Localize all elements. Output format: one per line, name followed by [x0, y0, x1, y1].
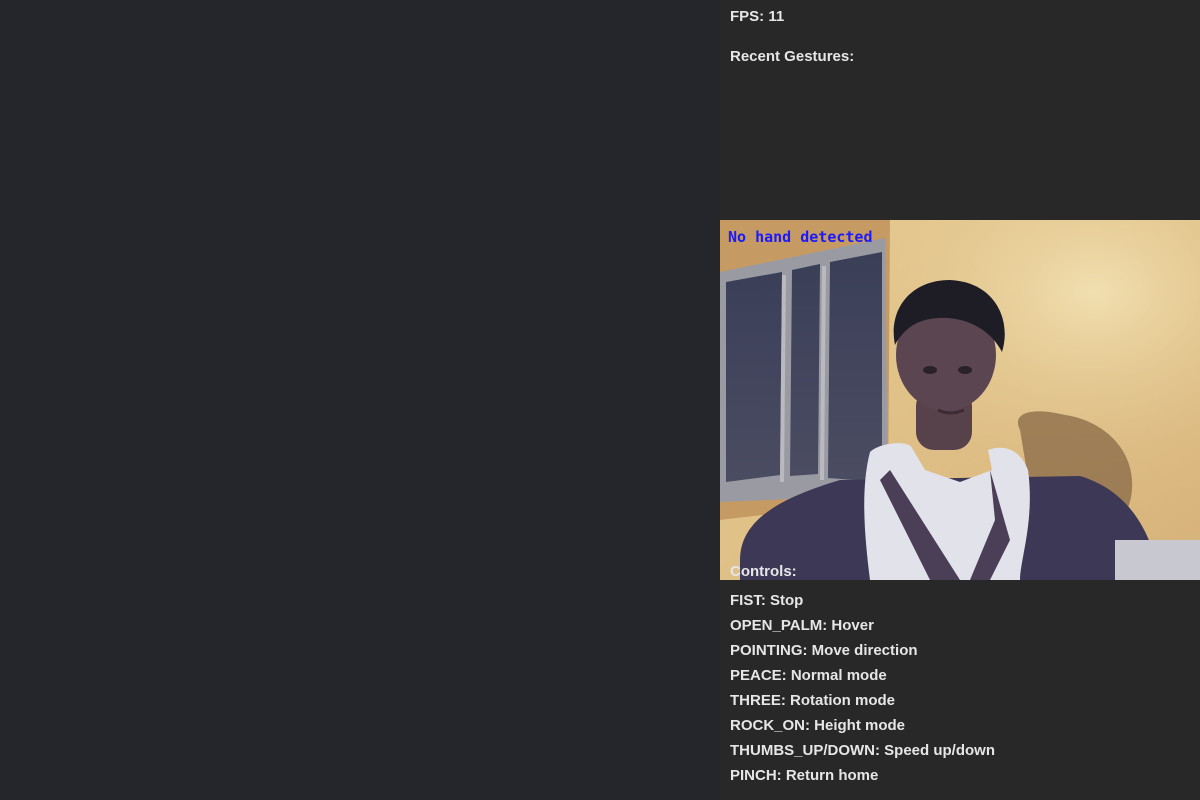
gesture-side-panel: FPS: 11 Recent Gestures: No hand detecte… [720, 0, 1200, 800]
control-rock-on: ROCK_ON: Height mode [730, 717, 906, 734]
control-pinch: PINCH: Return home [730, 767, 879, 784]
control-three: THREE: Rotation mode [730, 692, 895, 709]
recent-gestures-heading: Recent Gestures: [730, 48, 855, 65]
camera-feed: No hand detected [720, 220, 1200, 580]
control-thumbs: THUMBS_UP/DOWN: Speed up/down [730, 742, 995, 759]
controls-list: FIST: Stop OPEN_PALM: Hover POINTING: Mo… [730, 588, 995, 788]
control-fist: FIST: Stop [730, 592, 804, 609]
control-open-palm: OPEN_PALM: Hover [730, 617, 874, 634]
camera-frame-image [720, 220, 1200, 580]
controls-heading: Controls: [730, 563, 797, 580]
control-peace: PEACE: Normal mode [730, 667, 887, 684]
hand-detection-status: No hand detected [728, 228, 873, 246]
fps-counter: FPS: 11 [730, 8, 785, 25]
control-pointing: POINTING: Move direction [730, 642, 918, 659]
simulation-viewport [0, 0, 720, 800]
